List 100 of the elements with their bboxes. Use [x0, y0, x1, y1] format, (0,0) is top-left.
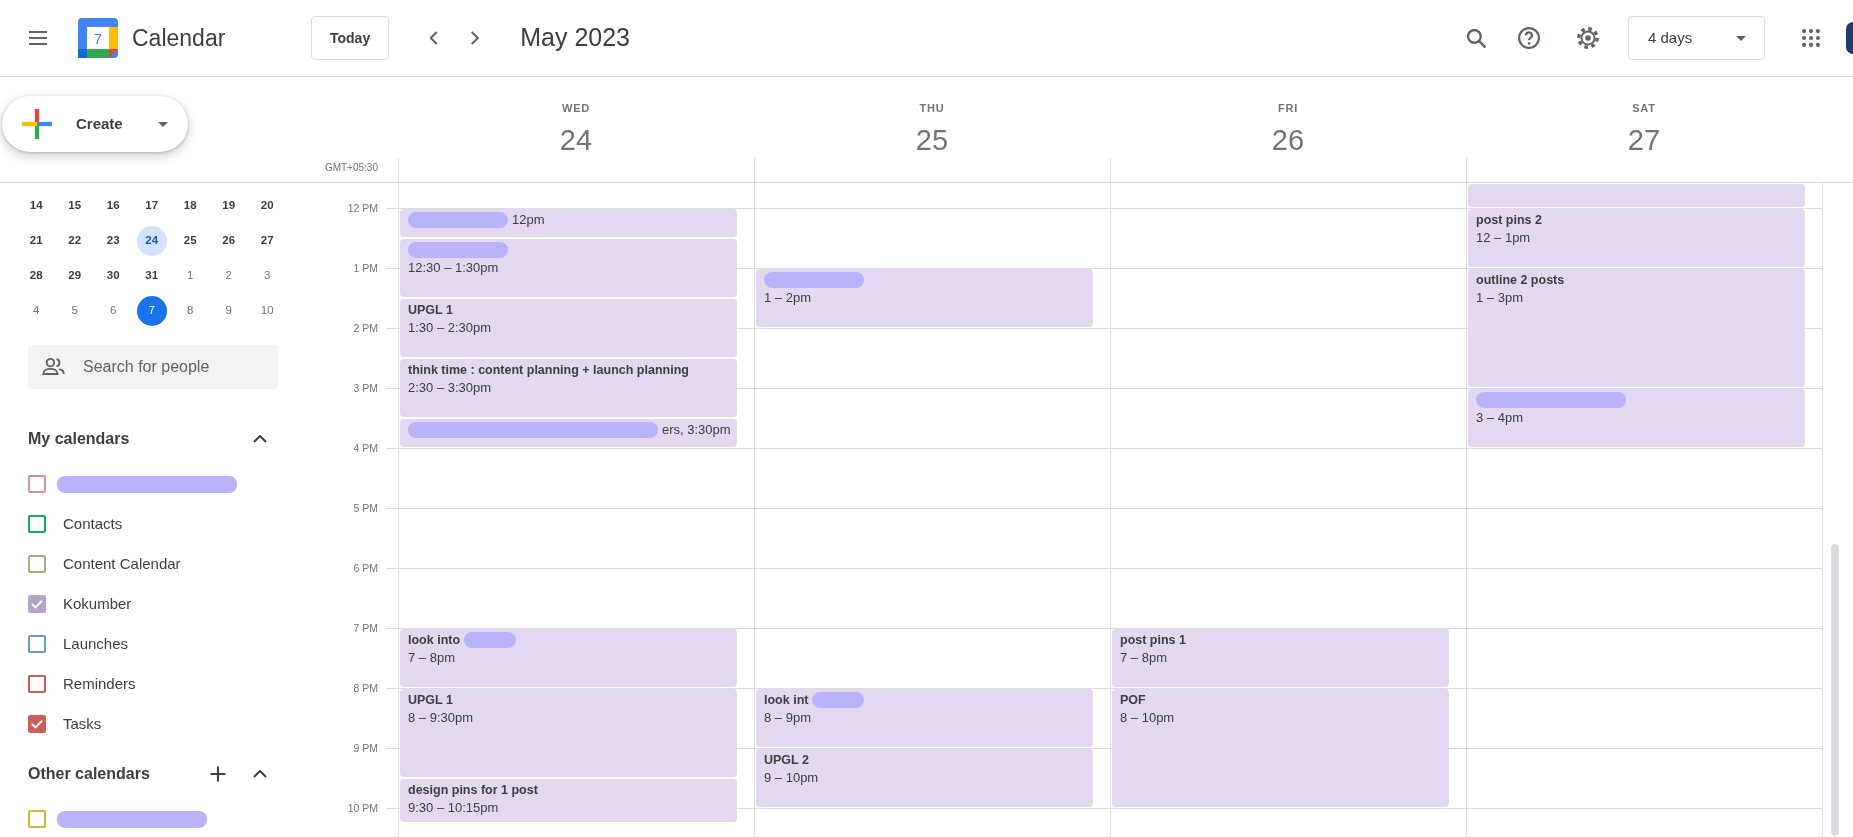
event-chip[interactable]: UPGL 2 9 – 10pm [756, 749, 1093, 807]
event-time: 7 – 8pm [1120, 649, 1168, 667]
event-chip[interactable]: 12:30 – 1:30pm [400, 239, 737, 297]
event-time: 1:30 – 2:30pm [408, 319, 493, 337]
redaction-mark [464, 632, 517, 648]
event-chip[interactable]: look int 8 – 9pm [756, 689, 1093, 747]
calendar-checkbox[interactable] [28, 555, 46, 573]
day-number[interactable]: 27 [1627, 122, 1661, 158]
hour-label: 9 PM [353, 741, 378, 755]
calendar-checkbox[interactable] [28, 595, 46, 613]
event-chip[interactable]: 1 – 2pm [756, 269, 1093, 327]
calendar-name[interactable]: Contacts [63, 512, 123, 536]
event-chip[interactable]: 12pm [400, 209, 737, 237]
mini-calendar-day[interactable]: 22 [59, 225, 90, 256]
view-selector[interactable]: 4 days [1628, 16, 1765, 60]
event-time: 1 – 2pm [764, 289, 812, 307]
day-number[interactable]: 25 [915, 122, 949, 158]
mini-calendar-day[interactable]: 6 [98, 295, 129, 326]
today-button[interactable]: Today [311, 16, 390, 60]
mini-calendar-day[interactable]: 1 [175, 260, 206, 291]
calendar-name[interactable]: Content Calendar [63, 552, 181, 576]
mini-calendar-day[interactable]: 20 [252, 190, 283, 221]
help-icon [1518, 27, 1540, 49]
mini-calendar-day[interactable]: 24 [136, 225, 167, 256]
checkmark-icon [31, 599, 43, 609]
calendar-checkbox[interactable] [28, 475, 46, 493]
event-chip[interactable]: think time : content planning + launch planning 2:30 – 3:30pm [400, 359, 737, 417]
hour-label: 1 PM [353, 261, 378, 275]
mini-calendar-day[interactable]: 25 [175, 225, 206, 256]
day-number[interactable]: 24 [559, 122, 593, 158]
mini-calendar-day[interactable]: 18 [175, 190, 206, 221]
calendar-name[interactable]: Reminders [63, 672, 136, 696]
mini-calendar-day[interactable]: 10 [252, 295, 283, 326]
mini-calendar-day[interactable]: 19 [213, 190, 244, 221]
event-title: think time : content planning + launch planning [408, 362, 690, 379]
calendar-checkbox[interactable] [28, 675, 46, 693]
event-title: outline 2 posts [1476, 272, 1566, 289]
mini-calendar-day[interactable]: 2 [213, 260, 244, 291]
event-time: 8 – 9:30pm [408, 709, 475, 727]
redaction-mark [812, 692, 865, 708]
event-summary: 12pm [512, 211, 545, 229]
hour-label: 4 PM [353, 441, 378, 455]
mini-calendar-day[interactable]: 31 [136, 260, 167, 291]
mini-calendar-day[interactable]: 15 [59, 190, 90, 221]
event-chip[interactable]: design pins for 1 post 9:30 – 10:15pm [400, 779, 737, 822]
event-chip[interactable]: look into 7 – 8pm [400, 629, 737, 687]
event-chip[interactable]: post pins 2 12 – 1pm [1468, 209, 1805, 267]
chevron-right-icon [471, 31, 480, 45]
mini-calendar-day[interactable]: 23 [98, 225, 129, 256]
weekday-label: WED [561, 101, 591, 116]
event-time: 2:30 – 3:30pm [408, 379, 493, 397]
app-title: Calendar [132, 23, 226, 53]
event-chip[interactable]: outline 2 posts 1 – 3pm [1468, 269, 1805, 387]
mini-calendar-day[interactable]: 4 [21, 295, 52, 326]
scrollbar-thumb[interactable] [1831, 544, 1839, 836]
plus-icon [210, 766, 226, 782]
event-title: design pins for 1 post [408, 782, 539, 799]
event-chip[interactable]: 3 – 4pm [1468, 389, 1805, 447]
calendar-logo[interactable]: 7 [78, 18, 118, 58]
create-button[interactable]: Create [2, 96, 188, 152]
mini-calendar-day[interactable]: 5 [59, 295, 90, 326]
mini-calendar-day[interactable]: 28 [21, 260, 52, 291]
mini-calendar-day[interactable]: 21 [21, 225, 52, 256]
mini-calendar-day[interactable]: 27 [252, 225, 283, 256]
event-chip[interactable]: post pins 1 7 – 8pm [1112, 629, 1449, 687]
event-title: look int [764, 692, 809, 709]
avatar-icon[interactable] [1846, 22, 1853, 54]
calendar-name[interactable]: Kokumber [63, 592, 132, 616]
event-chip[interactable]: ers, 3:30pm [400, 419, 737, 447]
weekday-label: SAT [1632, 101, 1656, 116]
hour-label: 10 PM [347, 801, 378, 815]
mini-calendar-day[interactable]: 29 [59, 260, 90, 291]
mini-calendar-day[interactable]: 9 [213, 295, 244, 326]
calendar-checkbox[interactable] [28, 515, 46, 533]
event-title: UPGL 1 [408, 302, 454, 319]
event-time: 7 – 8pm [408, 649, 456, 667]
calendar-checkbox[interactable] [28, 810, 46, 828]
mini-calendar-day[interactable]: 16 [98, 190, 129, 221]
event-chip[interactable]: UPGL 1 1:30 – 2:30pm [400, 299, 737, 357]
mini-calendar-day[interactable]: 30 [98, 260, 129, 291]
event-time: 9 – 10pm [764, 769, 820, 787]
mini-calendar-day[interactable]: 3 [252, 260, 283, 291]
event-chip[interactable]: POF 8 – 10pm [1112, 689, 1449, 807]
hour-label: 8 PM [353, 681, 378, 695]
calendar-checkbox[interactable] [28, 635, 46, 653]
calendar-checkbox[interactable] [28, 715, 46, 733]
calendar-name[interactable]: Launches [63, 632, 129, 656]
event-title: UPGL 1 [408, 692, 454, 709]
day-number[interactable]: 26 [1271, 122, 1305, 158]
mini-calendar-day[interactable]: 26 [213, 225, 244, 256]
calendar-name[interactable]: Tasks [63, 712, 102, 736]
people-search-field[interactable]: Search for people [28, 345, 278, 389]
hour-label: 2 PM [353, 321, 378, 335]
mini-calendar-day[interactable]: 7 [136, 295, 167, 326]
event-chip[interactable]: UPGL 1 8 – 9:30pm [400, 689, 737, 777]
mini-calendar-day[interactable]: 8 [175, 295, 206, 326]
mini-calendar-day[interactable]: 14 [21, 190, 52, 221]
mini-calendar-day[interactable]: 17 [136, 190, 167, 221]
plus-icon [22, 109, 52, 139]
search-icon [1466, 28, 1486, 48]
